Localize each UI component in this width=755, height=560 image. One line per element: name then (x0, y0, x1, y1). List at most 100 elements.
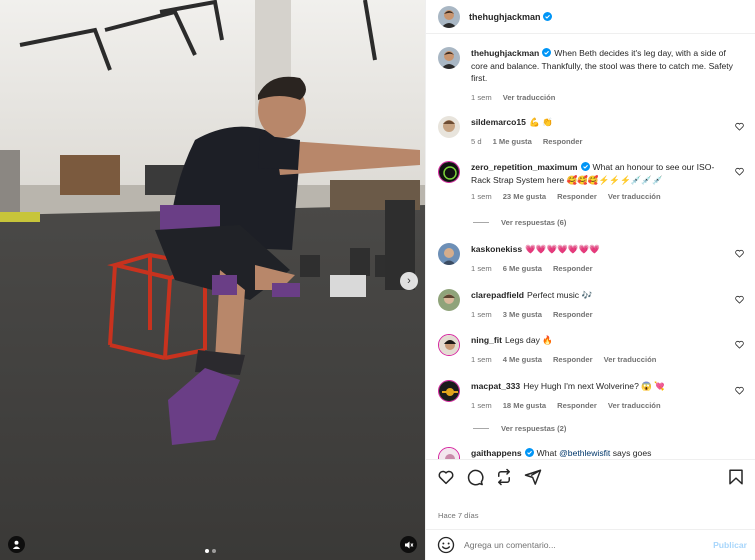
muted-speaker-icon (404, 541, 413, 548)
comment-username[interactable]: sildemarco15 (471, 117, 526, 127)
comment-likes[interactable]: 1 Me gusta (493, 137, 532, 146)
reply-button[interactable]: Responder (553, 310, 593, 319)
comment-time[interactable]: 1 sem (471, 401, 492, 410)
comment-time[interactable]: 1 sem (471, 192, 492, 201)
comment-like-heart-icon[interactable] (735, 249, 744, 258)
comment-likes[interactable]: 23 Me gusta (503, 192, 546, 201)
comments-list[interactable]: thehughjackman When Beth decides it's leg… (426, 35, 755, 459)
gym-video-frame (0, 0, 425, 560)
publish-comment-button[interactable]: Publicar (713, 540, 747, 550)
reply-button[interactable]: Responder (557, 192, 597, 201)
mention-link[interactable]: @bethlewisfit (559, 448, 610, 458)
avatar-image (439, 448, 459, 459)
heart-icon[interactable] (437, 468, 455, 486)
comment-username[interactable]: macpat_333 (471, 381, 520, 391)
post-actions: Hace 7 días (426, 459, 755, 529)
comment-item: zero_repetition_maximum What an honour to… (438, 161, 744, 201)
comment-time[interactable]: 1 sem (471, 310, 492, 319)
comment-like-heart-icon[interactable] (735, 340, 744, 349)
author-avatar[interactable] (438, 47, 460, 69)
reply-button[interactable]: Responder (543, 137, 583, 146)
tagged-users-button[interactable] (8, 536, 25, 553)
post-time-ago[interactable]: Hace 7 días (438, 511, 479, 520)
carousel-dot (212, 549, 216, 553)
caption-username[interactable]: thehughjackman (471, 48, 539, 58)
comment-username[interactable]: ning_fit (471, 335, 502, 345)
carousel-dots (205, 549, 216, 553)
verified-badge-icon (542, 48, 552, 57)
comment-username[interactable]: zero_repetition_maximum (471, 162, 578, 172)
author-avatar[interactable] (438, 5, 460, 28)
comment-text: Hey Hugh I'm next Wolverine? 😱 💘 (523, 381, 666, 391)
avatar-image (439, 335, 459, 355)
carousel-next-button[interactable]: › (400, 272, 418, 290)
reply-button[interactable]: Responder (557, 401, 597, 410)
comment-item: macpat_333 Hey Hugh I'm next Wolverine? 😱… (438, 380, 744, 410)
commenter-avatar[interactable] (438, 116, 460, 138)
caption-time[interactable]: 1 sem (471, 93, 492, 102)
reply-button[interactable]: Responder (553, 264, 593, 273)
verified-badge-icon (542, 12, 552, 21)
commenter-avatar[interactable] (438, 447, 460, 459)
reply-button[interactable]: Responder (553, 355, 593, 364)
commenter-avatar[interactable] (438, 334, 460, 356)
avatar-image (438, 5, 460, 28)
comment-input[interactable] (464, 540, 704, 550)
commenter-avatar[interactable] (438, 289, 460, 311)
emoji-icon[interactable] (437, 536, 455, 554)
commenter-avatar[interactable] (438, 243, 460, 265)
comment-like-heart-icon[interactable] (735, 122, 744, 131)
avatar-image (438, 243, 460, 265)
comment-text: Perfect music 🎶 (527, 290, 593, 300)
see-translation-link[interactable]: Ver traducción (604, 355, 657, 364)
comment-text: 💗💗💗💗💗💗💗 (525, 244, 601, 254)
comment-item: gaithappens What @bethlewisfit says goes (438, 447, 744, 459)
comment-like-heart-icon[interactable] (735, 386, 744, 395)
carousel-dot-active (205, 549, 209, 553)
see-translation-link[interactable]: Ver traducción (503, 93, 556, 102)
post-sidebar: thehughjackman thehughjackman When Beth … (425, 0, 755, 560)
add-comment-bar: Publicar (426, 529, 755, 560)
comment-likes[interactable]: 4 Me gusta (503, 355, 542, 364)
see-translation-link[interactable]: Ver traducción (608, 192, 661, 201)
comment-username[interactable]: clarepadfield (471, 290, 524, 300)
comment-item: ning_fit Legs day 🔥 1 sem 4 Me gusta Resp… (438, 334, 744, 364)
post-header: thehughjackman (426, 0, 755, 34)
comment-likes[interactable]: 18 Me gusta (503, 401, 546, 410)
comment-text: What (536, 448, 560, 458)
comment-item: sildemarco15 💪 👏 5 d 1 Me gusta Responder (438, 116, 744, 146)
view-replies-button[interactable]: Ver respuestas (6) (473, 218, 566, 227)
user-icon (12, 540, 21, 549)
view-replies-label: Ver respuestas (2) (501, 424, 567, 433)
share-icon[interactable] (524, 468, 542, 486)
comment-username[interactable]: gaithappens (471, 448, 522, 458)
avatar-image (439, 162, 459, 182)
avatar-image (438, 116, 460, 138)
comment-likes[interactable]: 6 Me gusta (503, 264, 542, 273)
view-replies-button[interactable]: Ver respuestas (2) (473, 424, 566, 433)
replies-divider (473, 428, 489, 429)
commenter-avatar[interactable] (438, 161, 460, 183)
comment-like-heart-icon[interactable] (735, 167, 744, 176)
post-caption: thehughjackman When Beth decides it's leg… (438, 47, 744, 102)
replies-divider (473, 222, 489, 223)
comment-username[interactable]: kaskonekiss (471, 244, 522, 254)
avatar-image (438, 289, 460, 311)
post-media[interactable]: › (0, 0, 425, 560)
author-username[interactable]: thehughjackman (469, 12, 541, 22)
comment-text-after: says goes (610, 448, 652, 458)
comment-like-heart-icon[interactable] (735, 295, 744, 304)
bookmark-icon[interactable] (727, 468, 745, 486)
comment-icon[interactable] (466, 468, 484, 486)
verified-badge-icon (580, 162, 590, 171)
avatar-image (439, 381, 459, 401)
mute-button[interactable] (400, 536, 417, 553)
comment-time[interactable]: 5 d (471, 137, 482, 146)
comment-time[interactable]: 1 sem (471, 264, 492, 273)
comment-time[interactable]: 1 sem (471, 355, 492, 364)
commenter-avatar[interactable] (438, 380, 460, 402)
see-translation-link[interactable]: Ver traducción (608, 401, 661, 410)
repost-icon[interactable] (495, 468, 513, 486)
comment-item: clarepadfield Perfect music 🎶 1 sem 3 Me … (438, 289, 744, 319)
comment-likes[interactable]: 3 Me gusta (503, 310, 542, 319)
